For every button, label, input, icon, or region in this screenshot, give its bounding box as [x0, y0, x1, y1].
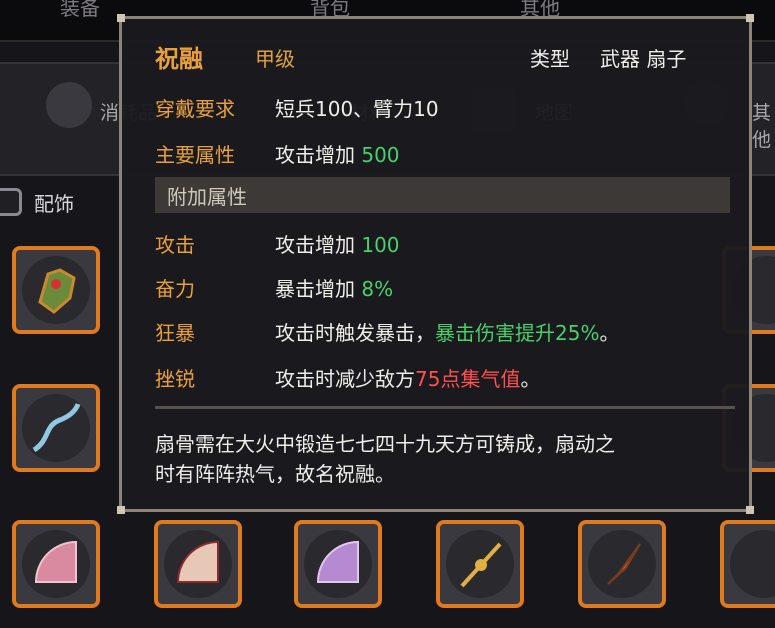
- extra-attribute-value: 攻击时触发暴击，暴击伤害提升25%。: [275, 321, 620, 345]
- main-attribute-value: 攻击增加 500: [275, 143, 400, 167]
- main-attribute-label: 主要属性: [155, 143, 235, 167]
- inventory-slot[interactable]: [12, 520, 100, 608]
- extra-attribute-value: 攻击增加 100: [275, 233, 400, 257]
- whip-item-icon: [32, 403, 81, 453]
- potion-icon: [46, 82, 92, 128]
- inventory-slot[interactable]: [12, 384, 100, 472]
- dagger-item-icon: [607, 543, 641, 585]
- extra-attribute-label: 攻击: [155, 233, 195, 257]
- item-type-value: 武器 扇子: [600, 47, 687, 71]
- extra-attribute-value: 暴击增加 8%: [275, 277, 394, 301]
- inventory-slot[interactable]: [436, 520, 524, 608]
- top-tab-label[interactable]: 装备: [60, 0, 100, 21]
- item-type-label: 类型: [530, 47, 570, 71]
- pink-fan-item-icon: [34, 540, 77, 583]
- extra-attribute-label: 狂暴: [155, 321, 195, 345]
- requirement-label: 穿戴要求: [155, 97, 235, 121]
- purple-fan-item-icon: [316, 540, 359, 583]
- item-tooltip: 祝融 甲级 类型 武器 扇子 穿戴要求 短兵100、臂力10 主要属性 攻击增加…: [117, 14, 754, 514]
- glove-item-icon: [38, 268, 76, 314]
- category-other[interactable]: 其他: [752, 98, 775, 152]
- extra-attribute-label: 奋力: [155, 277, 195, 301]
- extra-attribute-label: 挫锐: [155, 367, 195, 391]
- item-description: 扇骨需在大火中锻造七七四十九天方可铸成，扇动之 时有阵阵热气，故名祝融。: [155, 432, 615, 486]
- shell-fan-item-icon: [176, 540, 219, 583]
- inventory-slot[interactable]: [12, 246, 100, 334]
- inventory-slot[interactable]: [154, 520, 242, 608]
- inventory-slot[interactable]: [294, 520, 382, 608]
- item-grade: 甲级: [255, 47, 295, 71]
- divider: [155, 406, 735, 409]
- item-name: 祝融: [155, 45, 203, 73]
- accessory-checkbox[interactable]: [0, 188, 22, 216]
- extra-attributes-header: 附加属性: [155, 177, 730, 213]
- inventory-slot[interactable]: [578, 520, 666, 608]
- extra-attribute-value: 攻击时减少敌方75点集气值。: [275, 367, 541, 391]
- requirement-value: 短兵100、臂力10: [275, 97, 439, 121]
- accessory-filter-label: 配饰: [34, 192, 74, 216]
- inventory-slot[interactable]: [720, 520, 775, 608]
- mace-item-icon: [460, 542, 502, 588]
